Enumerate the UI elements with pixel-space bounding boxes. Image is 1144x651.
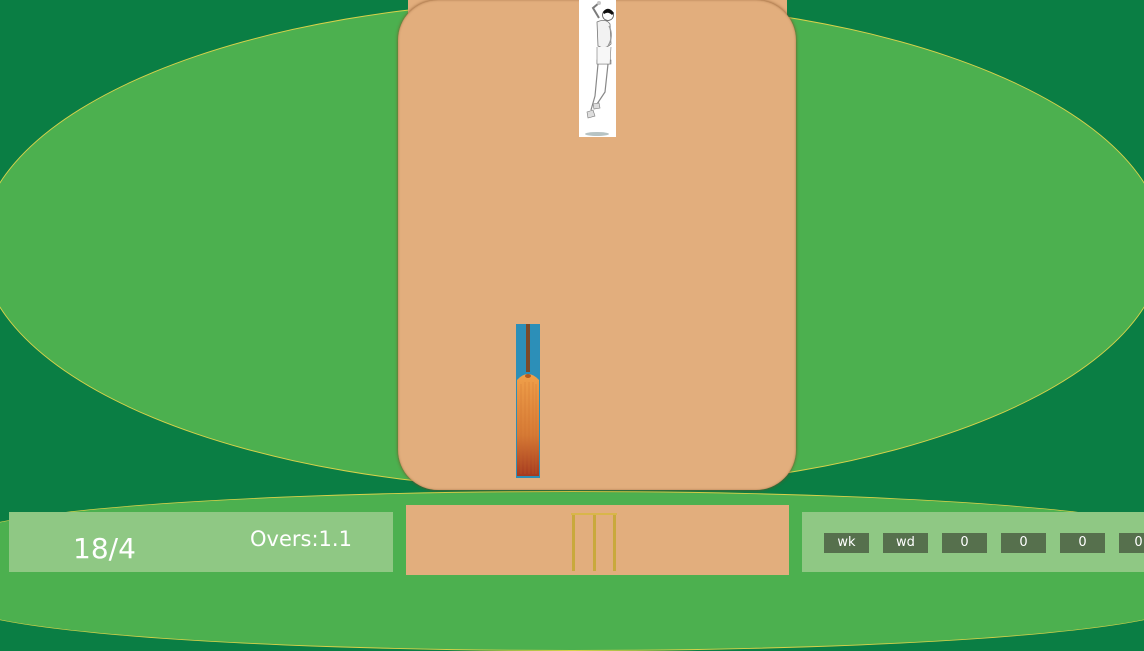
bowler-icon [579, 0, 616, 137]
chip-run-1[interactable]: 0 [942, 533, 987, 553]
chip-run-4[interactable]: 0 [1119, 533, 1144, 553]
chip-wk[interactable]: wk [824, 533, 869, 553]
chip-run-2[interactable]: 0 [1001, 533, 1046, 553]
stumps-icon [570, 511, 620, 571]
overs-display: Overs:1.1 [250, 527, 352, 551]
chip-run-3[interactable]: 0 [1060, 533, 1105, 553]
cricket-bat-icon[interactable] [516, 324, 540, 478]
chip-wd[interactable]: wd [883, 533, 928, 553]
score-display: 18/4 [73, 532, 136, 565]
